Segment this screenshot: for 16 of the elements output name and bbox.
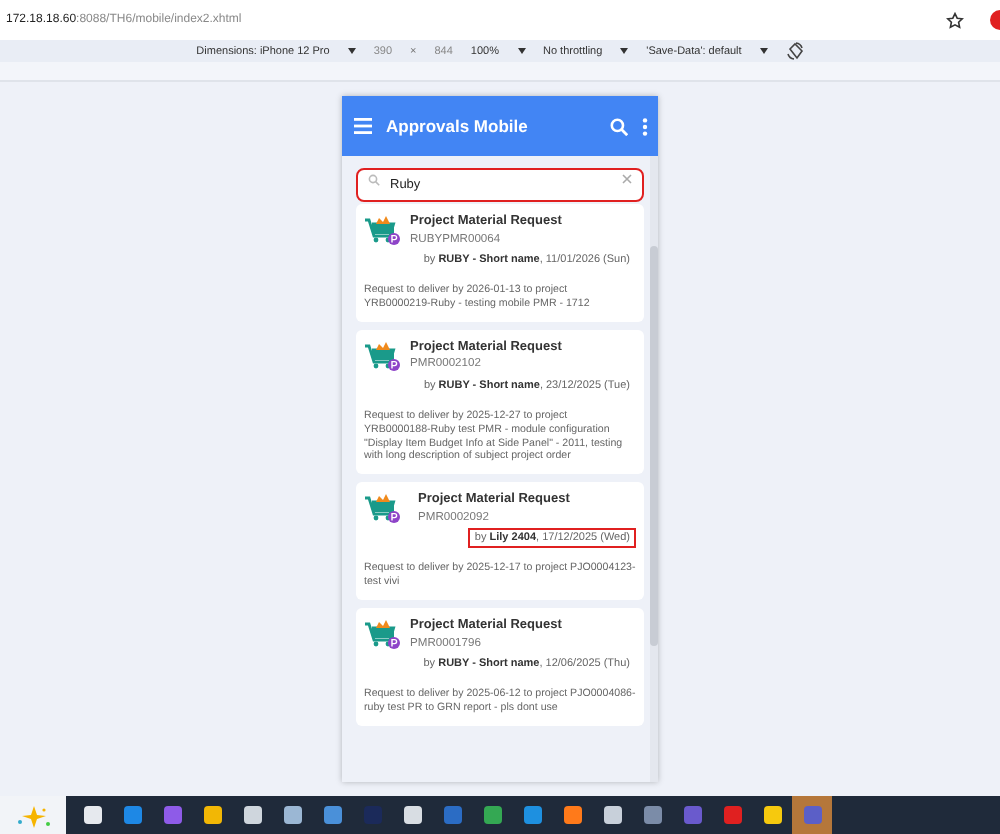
search-icon (368, 173, 380, 185)
cart-icon (364, 618, 400, 650)
star-icon[interactable] (946, 11, 964, 29)
rotate-icon[interactable] (785, 42, 804, 60)
cart-icon (364, 492, 400, 525)
caret-icon[interactable] (759, 48, 768, 54)
more-icon[interactable] (642, 117, 648, 135)
search-icon[interactable] (610, 117, 628, 135)
menu-icon[interactable] (354, 118, 372, 134)
caret-icon[interactable] (517, 48, 525, 54)
cart-icon (364, 214, 400, 246)
cart-icon (364, 339, 400, 372)
caret-icon[interactable] (347, 48, 356, 54)
request-card[interactable] (356, 329, 644, 475)
app-title: Approvals Mobile (386, 116, 530, 136)
caret-icon[interactable] (620, 48, 629, 54)
